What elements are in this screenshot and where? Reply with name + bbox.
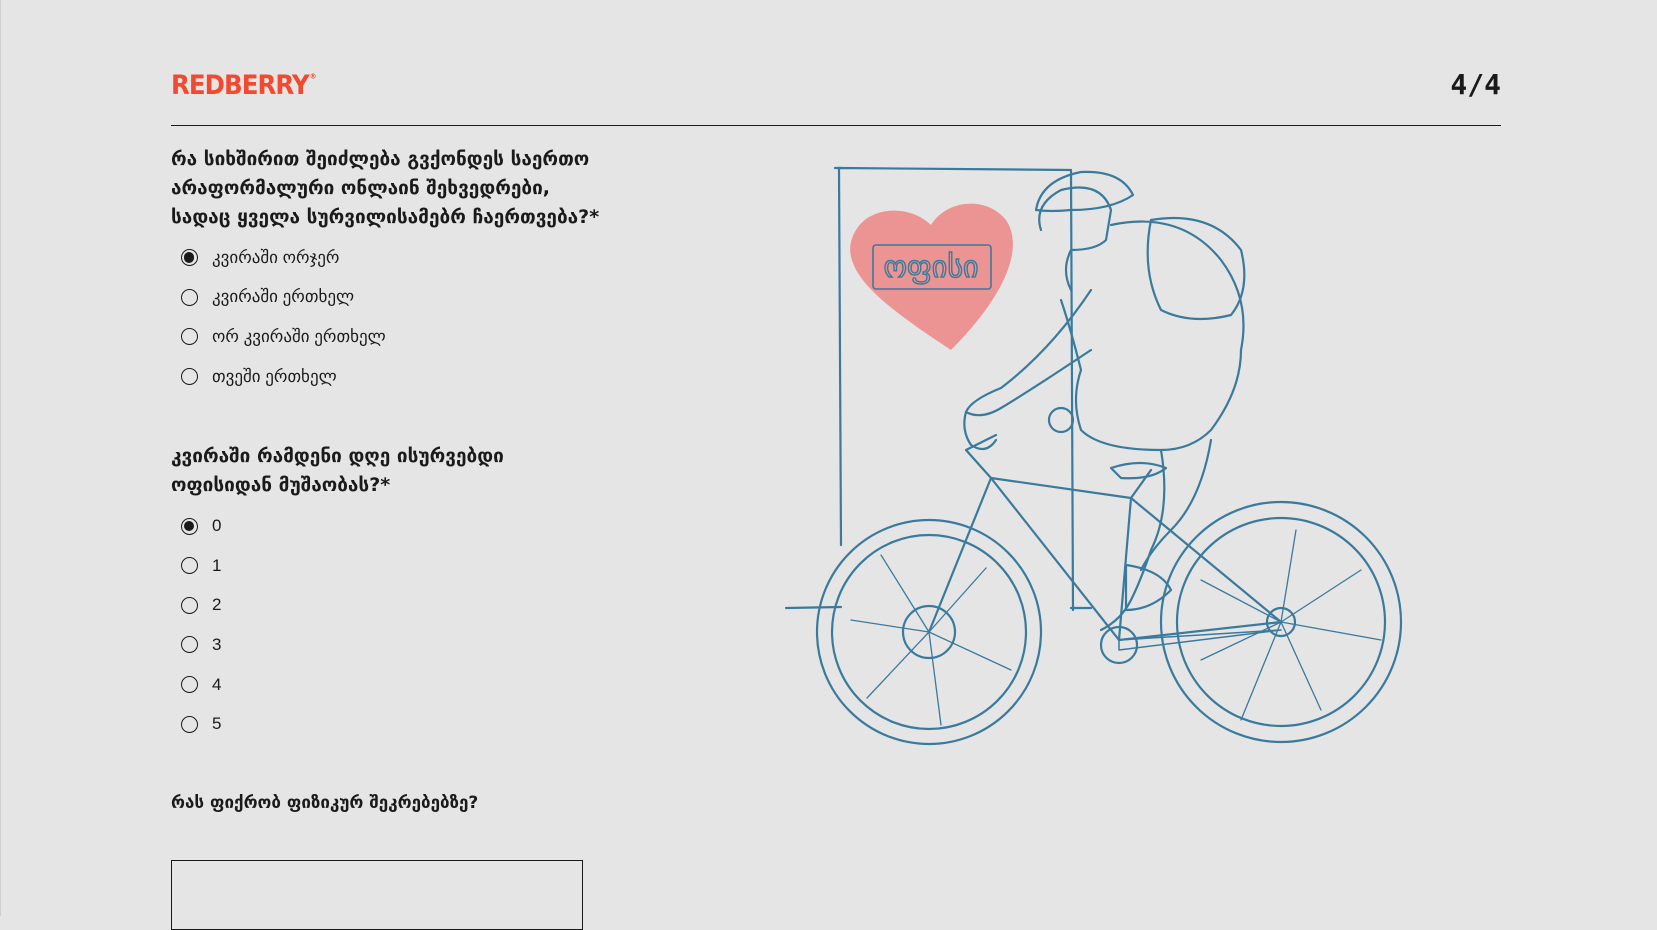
radio-twice-a-week[interactable] <box>181 249 198 267</box>
option-label: 0 <box>212 516 222 536</box>
radio-once-a-month[interactable] <box>181 368 198 386</box>
radio-days-2[interactable] <box>181 596 198 614</box>
radio-days-4[interactable] <box>181 676 198 694</box>
radio-days-5[interactable] <box>181 715 198 733</box>
question-office-days: კვირაში რამდენი დღე ისურვებდი ოფისიდან მ… <box>171 445 504 497</box>
bike-frame <box>927 433 1283 642</box>
step-indicator: 4/4 <box>1450 68 1501 101</box>
option-days-1[interactable]: 1 <box>171 546 601 586</box>
option-label: კვირაში ერთხელ <box>212 287 355 307</box>
header: REDBERRY® 4/4 <box>171 66 1501 126</box>
radio-days-1[interactable] <box>181 557 198 575</box>
office-days-options: 0 1 2 3 4 5 <box>171 506 601 744</box>
option-label: კვირაში ორჯერ <box>212 247 340 267</box>
option-days-4[interactable]: 4 <box>171 665 601 705</box>
backpack <box>1146 216 1246 321</box>
option-label: 5 <box>212 714 222 734</box>
question-physical-gatherings: რას ფიქრობ ფიზიკურ შეკრებებზე? <box>171 792 479 813</box>
header-divider <box>171 125 1501 126</box>
survey-form: რა სიხშირით შეიძლება გვქონდეს საერთო არა… <box>171 145 601 814</box>
option-label: ორ კვირაში ერთხელ <box>212 326 386 346</box>
logo-registered-mark: ® <box>309 72 317 81</box>
cyclist-illustration: ოფისი <box>784 166 1403 746</box>
option-days-0[interactable]: 0 <box>171 506 601 546</box>
helmet <box>1034 170 1135 213</box>
question-meeting-frequency: რა სიხშირით შეიძლება გვქონდეს საერთო არა… <box>171 148 600 228</box>
option-twice-a-week[interactable]: კვირაში ორჯერ <box>171 238 601 278</box>
option-days-3[interactable]: 3 <box>171 625 601 665</box>
option-days-2[interactable]: 2 <box>171 586 601 626</box>
sign-label-text: ოფისი <box>883 250 978 285</box>
radio-days-3[interactable] <box>181 636 198 654</box>
survey-page: REDBERRY® 4/4 რა სიხშირით შეიძლება გვქონ… <box>0 0 1657 930</box>
option-once-in-two-weeks[interactable]: ორ კვირაში ერთხელ <box>171 317 601 357</box>
option-label: 4 <box>212 674 222 694</box>
logo-text: REDBERRY <box>171 70 310 101</box>
option-label: 3 <box>212 634 222 654</box>
radio-once-a-week[interactable] <box>181 288 198 306</box>
physical-gatherings-textarea[interactable] <box>171 860 583 930</box>
option-label: თვეში ერთხელ <box>212 366 337 386</box>
radio-once-in-two-weeks[interactable] <box>181 328 198 346</box>
radio-days-0[interactable] <box>181 517 198 535</box>
option-once-a-week[interactable]: კვირაში ერთხელ <box>171 278 601 318</box>
option-days-5[interactable]: 5 <box>171 704 601 744</box>
option-label: 1 <box>212 555 222 575</box>
option-label: 2 <box>212 595 222 615</box>
meeting-frequency-options: კვირაში ორჯერ კვირაში ერთხელ ორ კვირაში … <box>171 238 601 396</box>
option-once-a-month[interactable]: თვეში ერთხელ <box>171 357 601 397</box>
redberry-logo: REDBERRY® <box>171 70 316 100</box>
